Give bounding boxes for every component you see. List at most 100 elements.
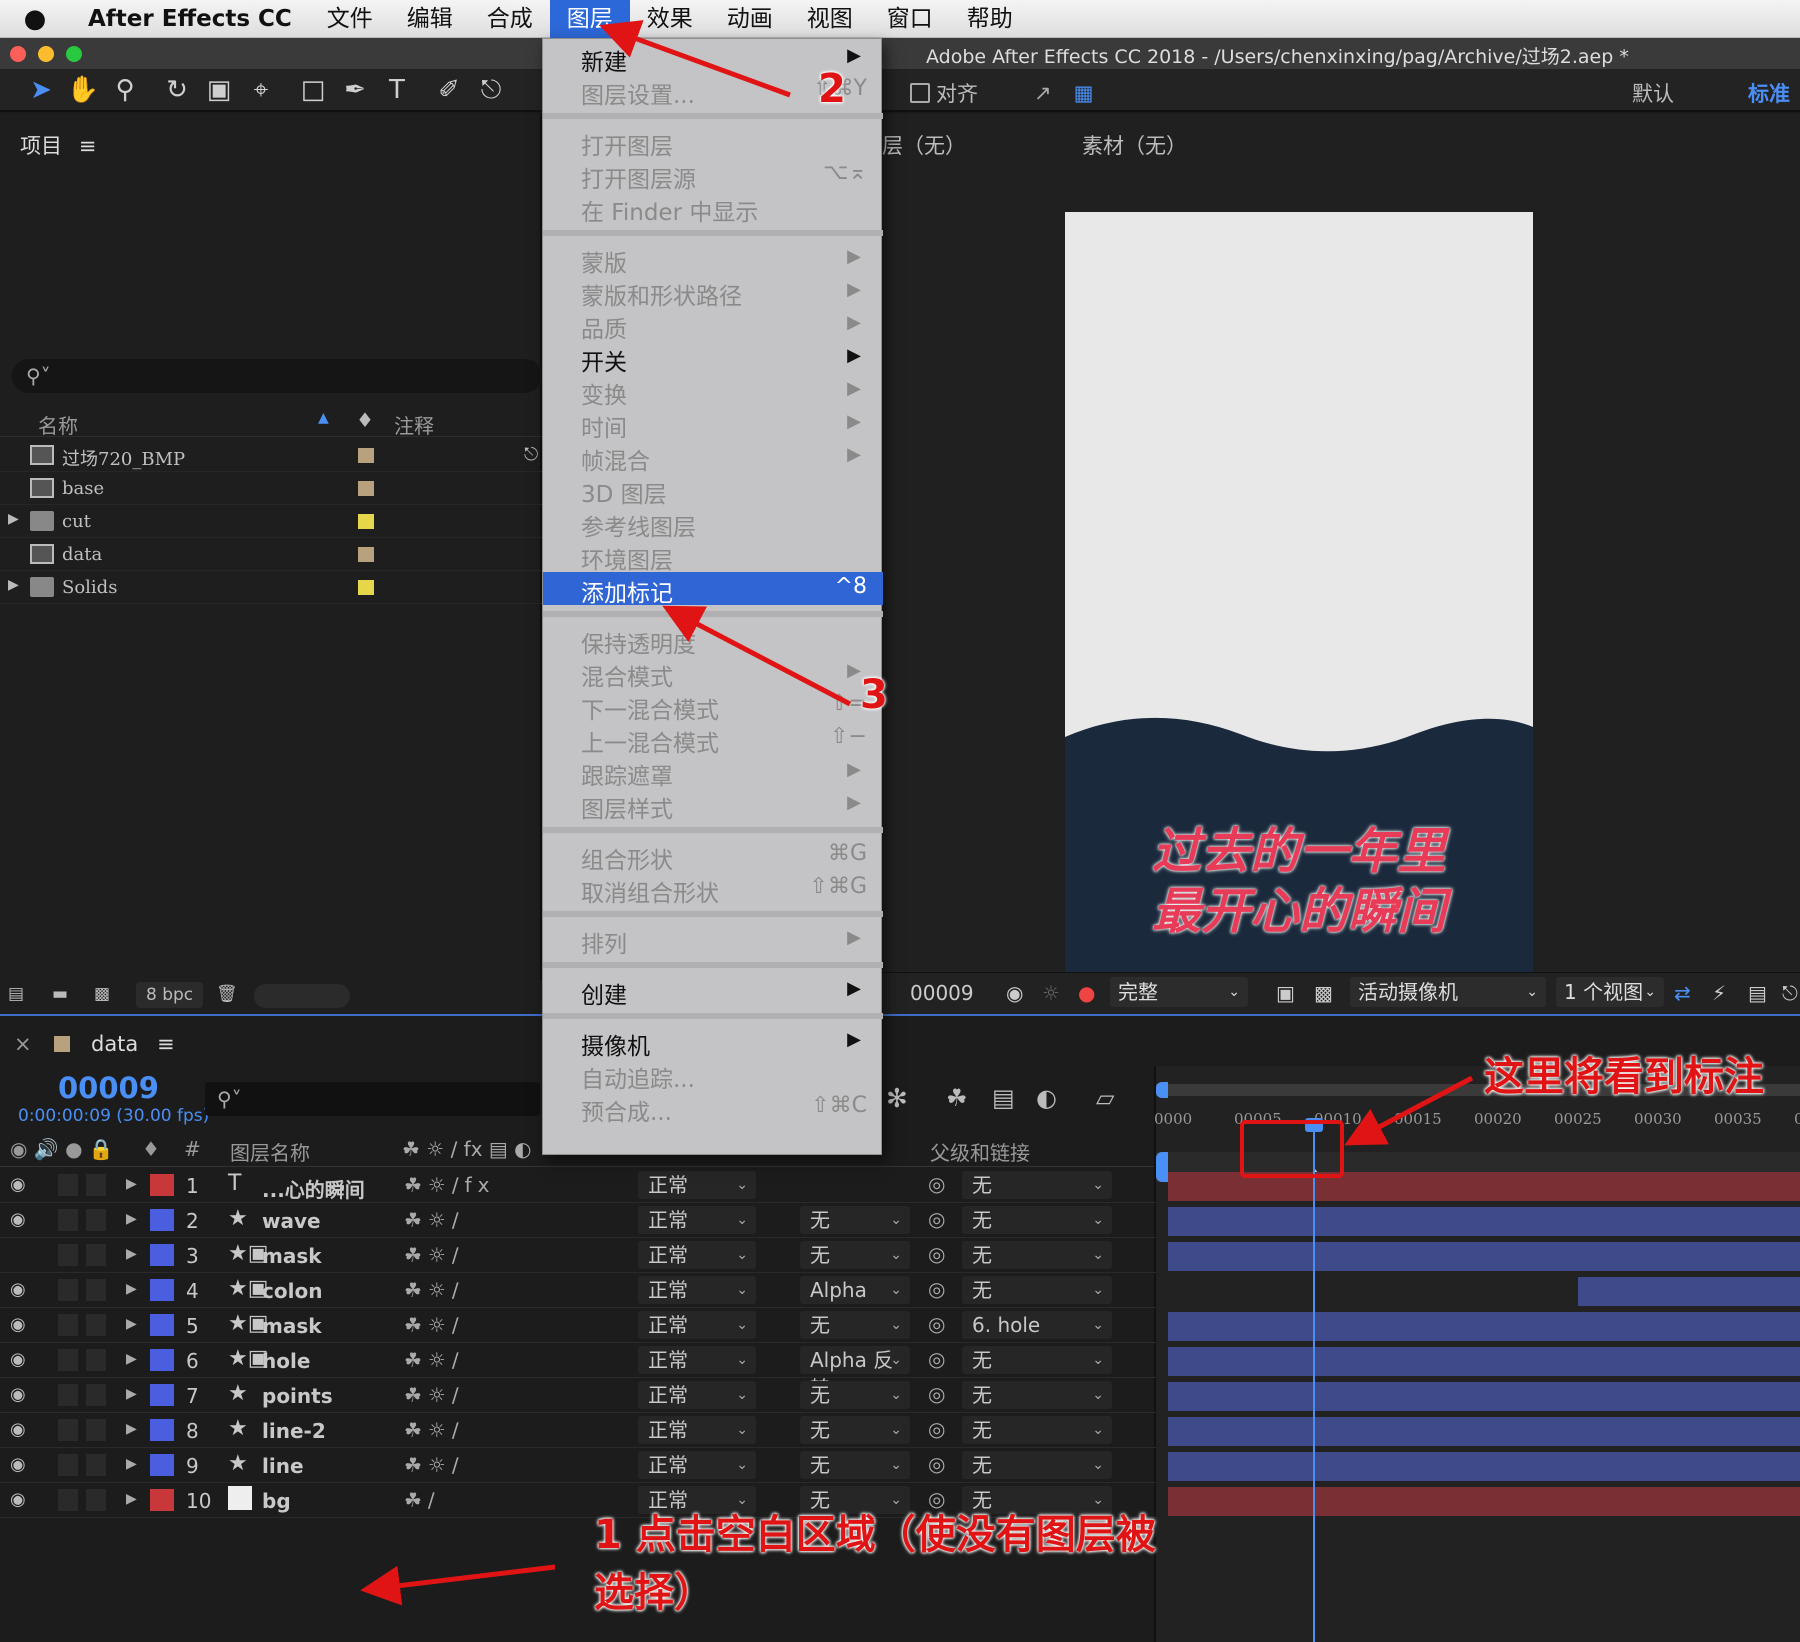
layer-duration-bar[interactable]: [1168, 1417, 1800, 1446]
parent-pickwhip-icon[interactable]: ◎: [928, 1312, 945, 1336]
expand-arrow-icon[interactable]: ▶: [126, 1456, 137, 1472]
expand-arrow-icon[interactable]: ▶: [126, 1176, 137, 1192]
snap-target-icon[interactable]: ▦: [1074, 81, 1094, 105]
menu-item[interactable]: 品质 ▶: [543, 308, 883, 343]
parent-pickwhip-icon[interactable]: ◎: [928, 1207, 945, 1231]
layer-switches[interactable]: ☘☼∕: [404, 1418, 465, 1442]
menu-animation[interactable]: 动画: [710, 0, 790, 38]
column-name[interactable]: 名称: [38, 410, 78, 439]
project-search-input[interactable]: ⚲˅: [12, 359, 542, 393]
workspace-default[interactable]: 默认: [1632, 78, 1674, 108]
label-color-swatch[interactable]: [358, 547, 374, 562]
pen-tool-icon[interactable]: ✒: [334, 71, 376, 109]
layer-switches[interactable]: ☘∕: [404, 1488, 441, 1512]
expand-arrow-icon[interactable]: ▶: [126, 1316, 137, 1332]
solo-switch[interactable]: [58, 1489, 78, 1511]
parent-pickwhip-icon[interactable]: ◎: [928, 1172, 945, 1196]
project-item[interactable]: ▶ Solids: [0, 571, 542, 604]
menu-item[interactable]: 打开图层源 ⌥⌅: [543, 158, 883, 193]
track-matte-dropdown[interactable]: 无 ⌄: [800, 1416, 910, 1444]
menu-file[interactable]: 文件: [310, 0, 390, 38]
layer-panel-tab[interactable]: 层（无）: [882, 130, 966, 160]
menu-item[interactable]: 添加标记 ^8: [543, 572, 883, 607]
solo-switch[interactable]: [58, 1454, 78, 1476]
resolution-dropdown[interactable]: 完整 ⌄: [1110, 977, 1248, 1007]
track-matte-dropdown[interactable]: 无 ⌄: [800, 1381, 910, 1409]
menu-item[interactable]: 跟踪遮罩 ▶: [543, 755, 883, 790]
lock-switch[interactable]: [86, 1244, 106, 1266]
menu-item[interactable]: 创建 ▶: [543, 974, 883, 1009]
transparency-grid-icon[interactable]: ▩: [1314, 981, 1333, 1005]
layer-duration-bar[interactable]: [1168, 1312, 1800, 1341]
layer-switches[interactable]: ☘☼∕: [404, 1278, 465, 1302]
layer-switches[interactable]: ☘☼∕: [404, 1243, 465, 1267]
menu-item[interactable]: 开关 ▶: [543, 341, 883, 376]
lock-switch[interactable]: [86, 1384, 106, 1406]
layer-name[interactable]: wave: [262, 1209, 321, 1233]
visibility-eye-icon[interactable]: ◉: [10, 1489, 26, 1510]
solo-switch[interactable]: [58, 1419, 78, 1441]
layer-label-color[interactable]: [150, 1349, 174, 1371]
layer-duration-bar[interactable]: [1168, 1207, 1800, 1236]
current-time-display[interactable]: 00009: [58, 1071, 159, 1105]
blend-mode-dropdown[interactable]: 正常 ⌄: [638, 1206, 756, 1234]
visibility-eye-icon[interactable]: ◉: [10, 1314, 26, 1335]
label-color-swatch[interactable]: [358, 481, 374, 496]
parent-dropdown[interactable]: 无 ⌄: [962, 1451, 1112, 1479]
layer-row[interactable]: ◉ ▶ 5 ★▣ mask ☘☼∕ 正常 ⌄ 无 ⌄ ◎ 6. hole ⌄: [0, 1308, 1156, 1343]
menu-item[interactable]: 自动追踪...: [543, 1058, 883, 1093]
expand-arrow-icon[interactable]: ▶: [126, 1211, 137, 1227]
parent-pickwhip-icon[interactable]: ◎: [928, 1382, 945, 1406]
clone-stamp-tool-icon[interactable]: ⎋: [470, 71, 512, 109]
menu-item[interactable]: 上一混合模式 ⇧−: [543, 722, 883, 757]
zoom-tool-icon[interactable]: ⚲: [104, 71, 146, 109]
bit-depth-button[interactable]: 8 bpc: [136, 982, 204, 1008]
label-color-swatch[interactable]: [358, 448, 374, 463]
menu-item[interactable]: 取消组合形状 ⇧⌘G: [543, 872, 883, 907]
solo-switch[interactable]: [58, 1279, 78, 1301]
layer-label-color[interactable]: [150, 1314, 174, 1336]
menu-item[interactable]: 帧混合 ▶: [543, 440, 883, 475]
layer-name[interactable]: line-2: [262, 1419, 326, 1443]
expand-arrow-icon[interactable]: ▶: [126, 1421, 137, 1437]
snapshot-icon[interactable]: ◉: [1006, 981, 1023, 1005]
layer-label-color[interactable]: [150, 1209, 174, 1231]
solo-switch[interactable]: [58, 1174, 78, 1196]
lock-switch[interactable]: [86, 1314, 106, 1336]
snap-toggle[interactable]: 对齐 ↗ ▦: [910, 78, 1093, 108]
layer-label-color[interactable]: [150, 1279, 174, 1301]
menu-item[interactable]: 预合成... ⇧⌘C: [543, 1091, 883, 1126]
motion-blur-icon[interactable]: ◐: [1036, 1084, 1057, 1112]
column-parent[interactable]: 父级和链接: [930, 1137, 1030, 1166]
project-item[interactable]: data: [0, 538, 542, 571]
visibility-eye-icon[interactable]: ◉: [10, 1174, 26, 1195]
menu-help[interactable]: 帮助: [950, 0, 1030, 38]
visibility-eye-icon[interactable]: ◉: [10, 1384, 26, 1405]
hand-tool-icon[interactable]: ✋: [62, 71, 104, 109]
layer-label-color[interactable]: [150, 1174, 174, 1196]
layer-name[interactable]: line: [262, 1454, 304, 1478]
project-item[interactable]: ▶ cut: [0, 505, 542, 538]
expand-arrow-icon[interactable]: ▶: [126, 1281, 137, 1297]
layer-label-color[interactable]: [150, 1244, 174, 1266]
minimize-window-button[interactable]: [38, 46, 54, 62]
menu-item[interactable]: 在 Finder 中显示: [543, 191, 883, 226]
layer-switches[interactable]: ☘☼∕: [404, 1208, 465, 1232]
solo-switch[interactable]: [58, 1384, 78, 1406]
layer-duration-bar[interactable]: [1168, 1347, 1800, 1376]
menu-window[interactable]: 窗口: [870, 0, 950, 38]
expand-arrow-icon[interactable]: ▶: [126, 1491, 137, 1507]
flowchart-icon[interactable]: ⎋: [1782, 981, 1798, 1005]
blend-mode-dropdown[interactable]: 正常 ⌄: [638, 1346, 756, 1374]
label-tag-icon[interactable]: ♦: [356, 408, 374, 432]
parent-dropdown[interactable]: 无 ⌄: [962, 1171, 1112, 1199]
app-name-menu[interactable]: After Effects CC: [70, 6, 310, 32]
parent-pickwhip-icon[interactable]: ◎: [928, 1347, 945, 1371]
parent-dropdown[interactable]: 无 ⌄: [962, 1416, 1112, 1444]
blend-mode-dropdown[interactable]: 正常 ⌄: [638, 1171, 756, 1199]
roi-icon[interactable]: ▣: [1276, 981, 1295, 1005]
project-tab[interactable]: 项目 ≡: [20, 130, 96, 160]
track-matte-dropdown[interactable]: 无 ⌄: [800, 1206, 910, 1234]
expand-arrow-icon[interactable]: ▶: [8, 511, 19, 527]
layer-name[interactable]: hole: [262, 1349, 310, 1373]
